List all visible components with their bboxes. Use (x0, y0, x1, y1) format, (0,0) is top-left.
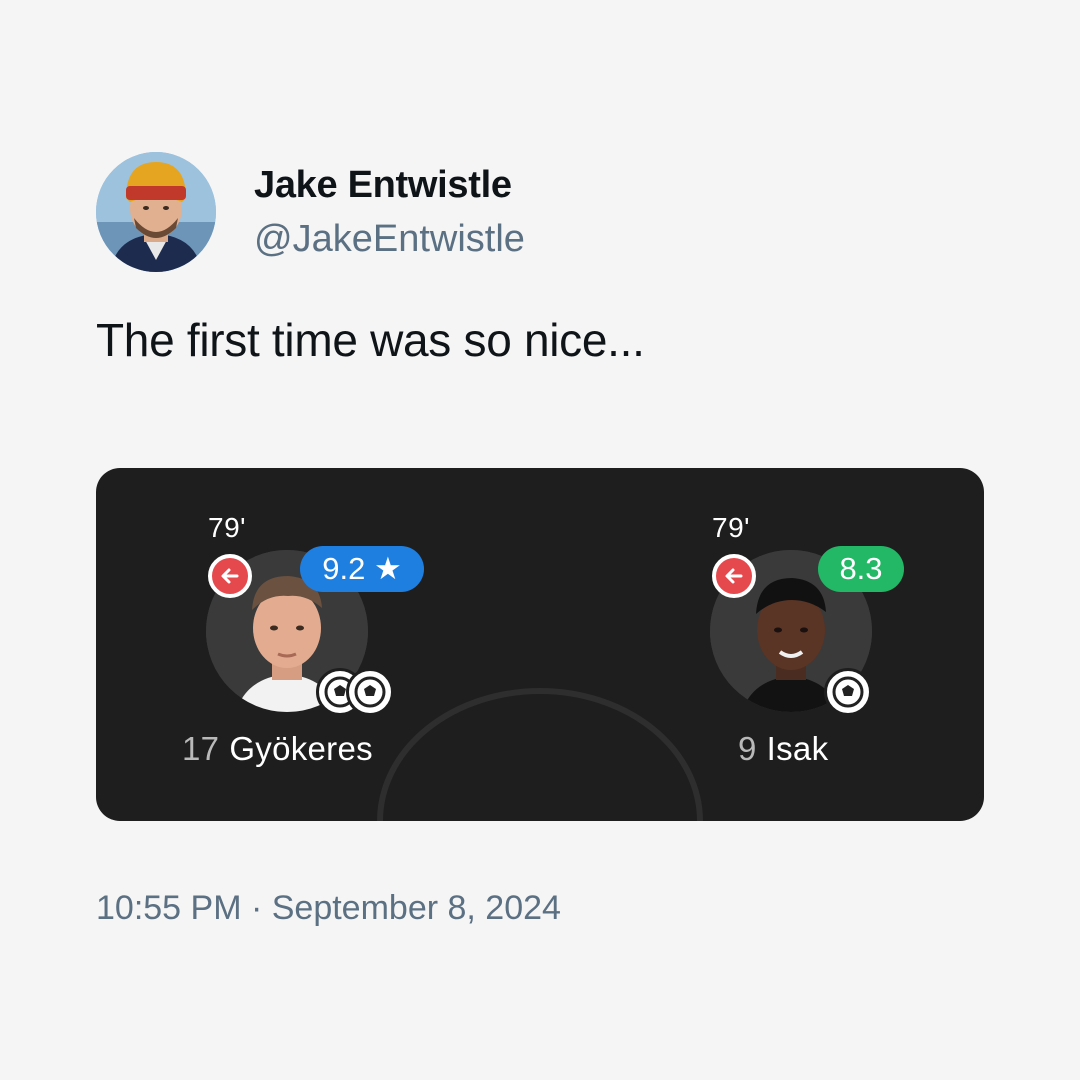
player-number: 17 (182, 730, 220, 767)
sub-minute: 79' (208, 512, 246, 543)
player-label: 17 Gyökeres (182, 730, 373, 768)
player-number: 9 (738, 730, 757, 767)
player-label: 9 Isak (738, 730, 828, 768)
avatar[interactable] (96, 152, 216, 272)
player-name: Isak (766, 730, 829, 767)
tweet-header: Jake Entwistle @JakeEntwistle (96, 152, 525, 272)
substitution-off-icon (712, 554, 756, 598)
player-gyokeres[interactable]: 79' 9.2 ★ 17 Gyökeres (178, 468, 438, 821)
goal-ball-icon (346, 668, 394, 716)
player-rating-badge: 8.3 (818, 546, 904, 592)
goal-ball-icon (824, 668, 872, 716)
player-name: Gyökeres (229, 730, 373, 767)
substitution-off-icon (208, 554, 252, 598)
tweet-text: The first time was so nice... (96, 314, 645, 366)
sub-minute: 79' (712, 512, 750, 543)
author-display-name[interactable]: Jake Entwistle (254, 162, 525, 208)
author-handle[interactable]: @JakeEntwistle (254, 216, 525, 262)
tweet-screenshot: Jake Entwistle @JakeEntwistle The first … (0, 0, 1080, 1080)
player-isak[interactable]: 79' 8.3 9 Isak (682, 468, 942, 821)
author-names: Jake Entwistle @JakeEntwistle (254, 162, 525, 262)
match-player-card[interactable]: 79' 9.2 ★ 17 Gyökeres 79' 8.3 9 Isak (96, 468, 984, 821)
tweet-timestamp[interactable]: 10:55 PM · September 8, 2024 (96, 886, 561, 930)
player-rating-badge: 9.2 ★ (300, 546, 424, 592)
avatar-photo-icon (96, 152, 216, 272)
